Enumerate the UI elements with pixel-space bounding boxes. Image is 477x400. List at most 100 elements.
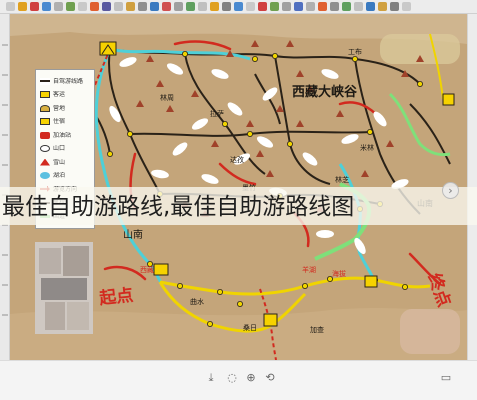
editor-toolbar: [0, 0, 477, 14]
toolbar-tool-icon[interactable]: [270, 2, 279, 11]
toolbar-tool-icon[interactable]: [342, 2, 351, 11]
stop-node: [236, 300, 243, 307]
toolbar-tool-icon[interactable]: [126, 2, 135, 11]
place-label: 海拔: [332, 269, 346, 278]
place-label: 拉萨: [210, 109, 224, 118]
blurred-photo: [35, 242, 93, 334]
place-label: 加查: [310, 325, 324, 334]
toolbar-tool-icon[interactable]: [282, 2, 291, 11]
comment-icon[interactable]: ◌: [226, 372, 238, 384]
toolbar-tool-icon[interactable]: [150, 2, 159, 11]
hotel-icon: [442, 93, 455, 106]
toolbar-tool-icon[interactable]: [174, 2, 183, 11]
place-label: 林芝: [335, 175, 349, 184]
left-strip-tool[interactable]: [2, 134, 8, 136]
stop-node: [246, 131, 253, 138]
toolbar-tool-icon[interactable]: [198, 2, 207, 11]
toolbar-tool-icon[interactable]: [210, 2, 219, 11]
white-route-marker: [316, 230, 334, 238]
left-strip-tool[interactable]: [2, 314, 8, 316]
stop-node: [401, 283, 408, 290]
toolbar-tool-icon[interactable]: [102, 2, 111, 11]
lake-icon: [40, 172, 50, 179]
toolbar-tool-icon[interactable]: [66, 2, 75, 11]
place-label: 米林: [360, 143, 374, 152]
stop-node: [271, 53, 278, 60]
toolbar-tool-icon[interactable]: [318, 2, 327, 11]
left-strip-tool[interactable]: [2, 164, 8, 166]
toolbar-tool-icon[interactable]: [114, 2, 123, 11]
toolbar-tool-icon[interactable]: [234, 2, 243, 11]
share-icon[interactable]: ⟲: [264, 372, 276, 384]
stop-node: [176, 282, 183, 289]
toolbar-tool-icon[interactable]: [294, 2, 303, 11]
left-strip-tool[interactable]: [2, 284, 8, 286]
route-line-icon: [40, 77, 50, 85]
stop-node: [416, 81, 423, 88]
stop-node: [286, 141, 293, 148]
bus-icon: [40, 91, 50, 98]
stop-node: [127, 131, 134, 138]
stop-node: [251, 56, 258, 63]
legend-item: 营地: [40, 103, 94, 113]
toolbar-tool-icon[interactable]: [78, 2, 87, 11]
hotel-icon: [153, 263, 169, 276]
viewer-bottom-bar: ⤓ ◌ ⊕ ⟲ ▭: [0, 360, 477, 400]
stop-node: [301, 282, 308, 289]
toolbar-tool-icon[interactable]: [378, 2, 387, 11]
hotel-icon: [40, 118, 50, 125]
place-label: 羊湖: [302, 265, 316, 274]
toolbar-tool-icon[interactable]: [258, 2, 267, 11]
legend-item: 加油站: [40, 130, 94, 140]
toolbar-tool-icon[interactable]: [246, 2, 255, 11]
left-strip-tool[interactable]: [2, 254, 8, 256]
legend-item: 湖泊: [40, 171, 94, 181]
toolbar-tool-icon[interactable]: [162, 2, 171, 11]
toolbar-tool-icon[interactable]: [90, 2, 99, 11]
download-icon[interactable]: ⤓: [205, 372, 217, 384]
next-image-button[interactable]: ›: [442, 182, 459, 199]
toolbar-tool-icon[interactable]: [30, 2, 39, 11]
pass-icon: [40, 145, 50, 152]
toolbar-tool-icon[interactable]: [138, 2, 147, 11]
place-label: 曲水: [190, 297, 204, 306]
left-strip-tool[interactable]: [2, 74, 8, 76]
toolbar-tool-icon[interactable]: [222, 2, 231, 11]
image-caption: 最佳自助游路线,最佳自助游路线图: [2, 194, 355, 220]
stop-node: [351, 56, 358, 63]
place-label: 达孜: [230, 155, 244, 164]
legend-label: 住宿: [53, 118, 66, 125]
fullscreen-icon[interactable]: ▭: [440, 372, 452, 384]
legend-label: 自驾游线路: [53, 77, 84, 85]
legend-item: 雪山: [40, 157, 94, 167]
left-strip-tool[interactable]: [2, 44, 8, 46]
stop-node: [221, 121, 228, 128]
toolbar-tool-icon[interactable]: [306, 2, 315, 11]
legend-label: 营地: [53, 104, 66, 112]
toolbar-tool-icon[interactable]: [54, 2, 63, 11]
legend-label: 山口: [53, 145, 66, 152]
legend-label: 湖泊: [53, 172, 66, 179]
place-label: 西藏: [140, 265, 154, 274]
stop-node: [107, 150, 114, 157]
toolbar-tool-icon[interactable]: [18, 2, 27, 11]
stop-node: [216, 288, 223, 295]
blur-patch: [400, 309, 460, 354]
hotel-icon: [263, 313, 278, 327]
toolbar-tool-icon[interactable]: [402, 2, 411, 11]
toolbar-tool-icon[interactable]: [354, 2, 363, 11]
toolbar-tool-icon[interactable]: [390, 2, 399, 11]
zoom-icon[interactable]: ⊕: [245, 372, 257, 384]
toolbar-tool-icon[interactable]: [42, 2, 51, 11]
place-label: 工布: [348, 47, 362, 56]
toolbar-tool-icon[interactable]: [330, 2, 339, 11]
legend-label: 加油站: [53, 131, 72, 139]
legend-item: 住宿: [40, 117, 94, 127]
hotel-icon: [364, 275, 378, 288]
toolbar-tool-icon[interactable]: [186, 2, 195, 11]
peak-icon: [40, 158, 50, 166]
toolbar-tool-icon[interactable]: [6, 2, 15, 11]
toolbar-tool-icon[interactable]: [366, 2, 375, 11]
left-strip-tool[interactable]: [2, 104, 8, 106]
start-label: 起点: [97, 285, 134, 310]
